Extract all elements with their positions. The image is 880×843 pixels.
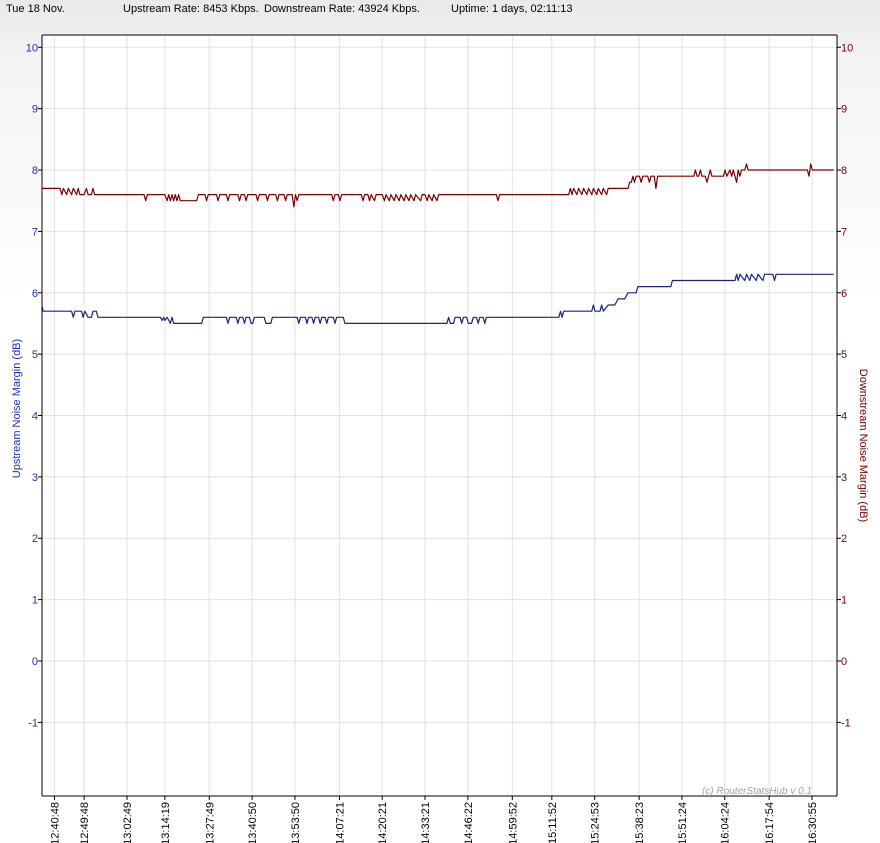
left-y-tick-label: 7 — [32, 226, 38, 238]
right-y-tick-label: 4 — [841, 411, 847, 423]
x-tick-label: 12:49:48 — [79, 802, 91, 843]
x-tick-label: 14:20:21 — [377, 802, 389, 843]
right-axis-title: Downstream Noise Margin (dB) — [857, 369, 869, 522]
left-y-tick-label: 3 — [32, 472, 38, 484]
x-tick-label: 15:11:52 — [547, 802, 559, 843]
left-y-tick-label: 4 — [32, 411, 38, 423]
x-tick-label: 16:04:24 — [720, 802, 732, 843]
grid-lines — [42, 35, 837, 796]
x-tick-label: 14:59:52 — [507, 802, 519, 843]
x-tick-label: 16:30:55 — [807, 802, 819, 843]
right-y-tick-label: 1 — [841, 595, 847, 607]
x-tick-label: 14:46:22 — [463, 802, 475, 843]
x-tick-label: 13:40:50 — [247, 802, 259, 843]
left-y-tick-label: 10 — [26, 42, 38, 54]
left-y-tick-label: 2 — [32, 533, 38, 545]
x-tick-label: 15:24:53 — [590, 802, 602, 843]
x-tick-label: 16:17:54 — [764, 802, 776, 843]
left-y-tick-label: 5 — [32, 349, 38, 361]
right-y-tick-label: 5 — [841, 349, 847, 361]
x-tick-label: 15:51:24 — [677, 802, 689, 843]
right-y-tick-label: 7 — [841, 226, 847, 238]
left-y-tick-label: 6 — [32, 288, 38, 300]
left-axis-title: Upstream Noise Margin (dB) — [11, 339, 23, 478]
right-y-tick-label: 3 — [841, 472, 847, 484]
x-axis: 12:40:48 12:49:48 13:02:49 13:14:19 13:27:49… — [50, 796, 819, 843]
left-y-tick-label: 8 — [32, 165, 38, 177]
right-y-tick-label: 8 — [841, 165, 847, 177]
x-tick-label: 15:38:23 — [634, 802, 646, 843]
x-tick-label: 12:40:48 — [50, 802, 62, 843]
right-y-tick-label: 9 — [841, 104, 847, 116]
left-y-tick-label: -1 — [28, 717, 38, 729]
right-y-tick-label: 2 — [841, 533, 847, 545]
left-y-tick-label: 0 — [32, 656, 38, 668]
x-tick-label: 13:14:19 — [160, 802, 172, 843]
left-y-tick-label: 1 — [32, 595, 38, 607]
x-tick-label: 14:33:21 — [420, 802, 432, 843]
right-y-tick-label: -1 — [841, 717, 851, 729]
left-y-axis: -1 0 1 2 3 4 5 6 7 8 9 10 — [26, 42, 42, 729]
x-tick-label: 14:07:21 — [334, 802, 346, 843]
right-y-tick-label: 0 — [841, 656, 847, 668]
x-tick-label: 13:27:49 — [204, 802, 216, 843]
right-y-axis: -1 0 1 2 3 4 5 6 7 8 9 10 — [837, 42, 853, 729]
right-y-tick-label: 6 — [841, 288, 847, 300]
right-y-tick-label: 10 — [841, 42, 853, 54]
x-tick-label: 13:53:50 — [290, 802, 302, 843]
noise-margin-chart: -1012345678910 -1012345678910 12:40:48 12… — [11, 34, 869, 843]
x-tick-label: 13:02:49 — [122, 802, 134, 843]
left-y-tick-label: 9 — [32, 104, 38, 116]
copyright-text: (c) RouterStatsHub v 0.1 — [702, 786, 812, 797]
